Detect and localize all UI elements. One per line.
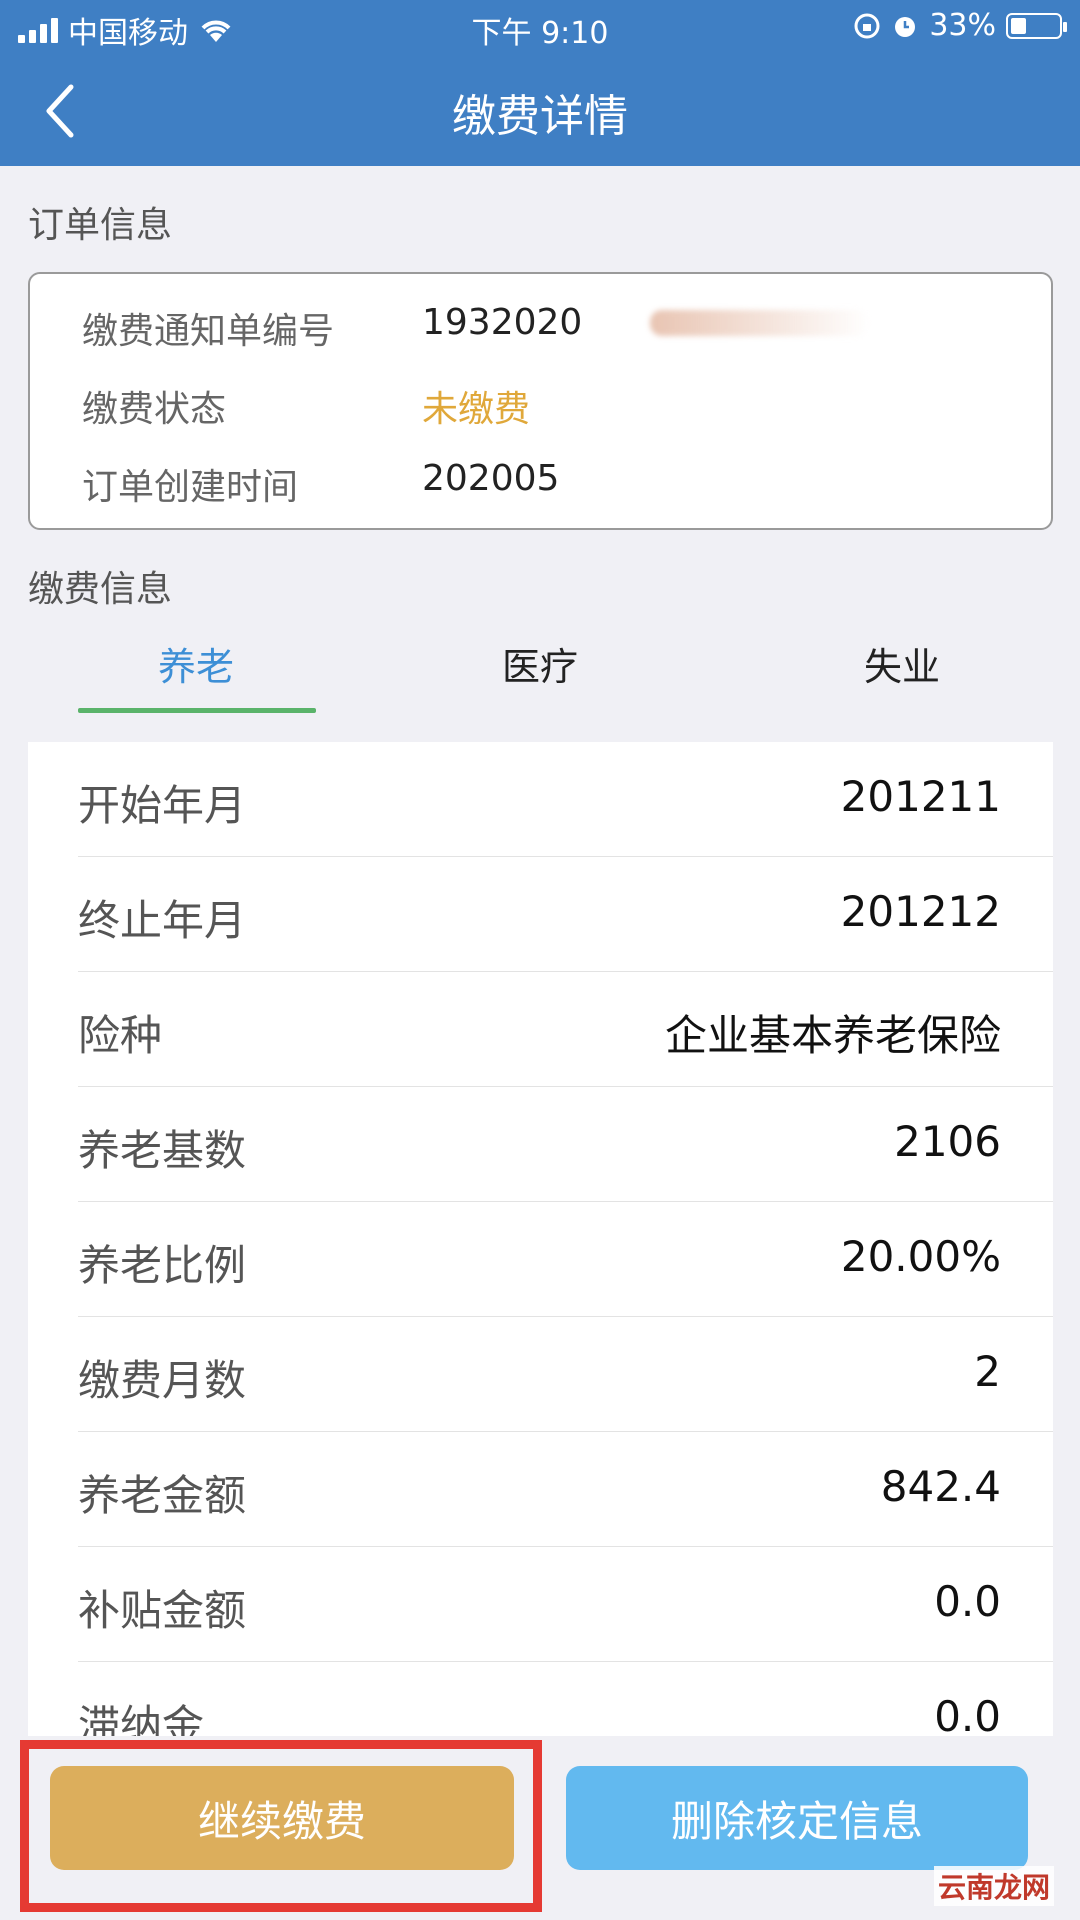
delete-assessment-button[interactable]: 删除核定信息 <box>566 1766 1028 1870</box>
battery-icon <box>1006 12 1067 39</box>
order-label: 缴费通知单编号 <box>82 311 335 352</box>
order-row-number: 缴费通知单编号 1932020 <box>82 302 582 354</box>
list-item: 险种 企业基本养老保险 <box>78 972 1053 1087</box>
detail-label: 险种 <box>78 1011 163 1060</box>
list-item: 养老金额 842.4 <box>78 1432 1053 1547</box>
detail-value: 201212 <box>840 887 1001 936</box>
list-item: 终止年月 201212 <box>78 857 1053 972</box>
nav-bar: 缴费详情 <box>0 54 1080 166</box>
insurance-tabs: 养老 医疗 失业 <box>0 622 1080 713</box>
redaction-blur <box>650 310 870 336</box>
page-title: 缴费详情 <box>452 91 628 142</box>
detail-value: 2 <box>974 1347 1001 1396</box>
detail-value: 0.0 <box>934 1692 1001 1736</box>
detail-label: 滞纳金 <box>78 1701 205 1736</box>
app-header: 中国移动 下午 9:10 33% 缴费详情 <box>0 0 1080 166</box>
detail-value: 842.4 <box>880 1462 1001 1511</box>
tab-medical[interactable]: 医疗 <box>502 636 578 691</box>
alarm-icon <box>895 16 916 37</box>
detail-label: 开始年月 <box>78 781 247 830</box>
payment-status-value: 未缴费 <box>422 389 531 430</box>
highlight-box <box>20 1740 542 1912</box>
detail-value: 2106 <box>894 1117 1001 1166</box>
payment-section-title: 缴费信息 <box>28 569 173 610</box>
detail-value: 20.00% <box>840 1232 1001 1281</box>
rotation-lock-icon <box>854 13 880 38</box>
tab-pension[interactable]: 养老 <box>158 636 234 691</box>
order-label: 订单创建时间 <box>82 467 299 508</box>
list-item: 养老比例 20.00% <box>78 1202 1053 1317</box>
list-item: 养老基数 2106 <box>78 1087 1053 1202</box>
order-created-value: 202005 <box>422 458 560 499</box>
battery-percent: 33% <box>929 8 996 43</box>
order-info-card: 缴费通知单编号 1932020 缴费状态 未缴费 订单创建时间 202005 <box>28 272 1053 530</box>
detail-label: 补贴金额 <box>78 1586 247 1635</box>
payment-detail-list: 开始年月 201211 终止年月 201212 险种 企业基本养老保险 养老基数… <box>28 742 1053 1736</box>
tab-unemployment[interactable]: 失业 <box>864 636 940 691</box>
watermark-logo: 云南龙网 <box>933 1866 1054 1906</box>
detail-value: 企业基本养老保险 <box>664 1011 1001 1060</box>
list-item: 开始年月 201211 <box>78 742 1053 857</box>
detail-label: 养老比例 <box>78 1241 247 1290</box>
detail-label: 养老基数 <box>78 1126 247 1175</box>
order-label: 缴费状态 <box>82 389 227 430</box>
status-bar: 中国移动 下午 9:10 33% <box>0 0 1080 54</box>
order-row-created: 订单创建时间 202005 <box>82 458 559 510</box>
status-right: 33% <box>853 8 1067 43</box>
order-section-title: 订单信息 <box>28 205 173 246</box>
active-tab-indicator <box>78 708 316 713</box>
list-item: 补贴金额 0.0 <box>78 1547 1053 1662</box>
detail-label: 缴费月数 <box>78 1356 247 1405</box>
list-item: 滞纳金 0.0 <box>78 1662 1053 1736</box>
detail-value: 0.0 <box>934 1577 1001 1626</box>
order-row-status: 缴费状态 未缴费 <box>82 380 530 432</box>
detail-value: 201211 <box>840 772 1001 821</box>
detail-label: 终止年月 <box>78 896 247 945</box>
order-number-value: 1932020 <box>422 302 583 343</box>
detail-label: 养老金额 <box>78 1471 247 1520</box>
list-item: 缴费月数 2 <box>78 1317 1053 1432</box>
